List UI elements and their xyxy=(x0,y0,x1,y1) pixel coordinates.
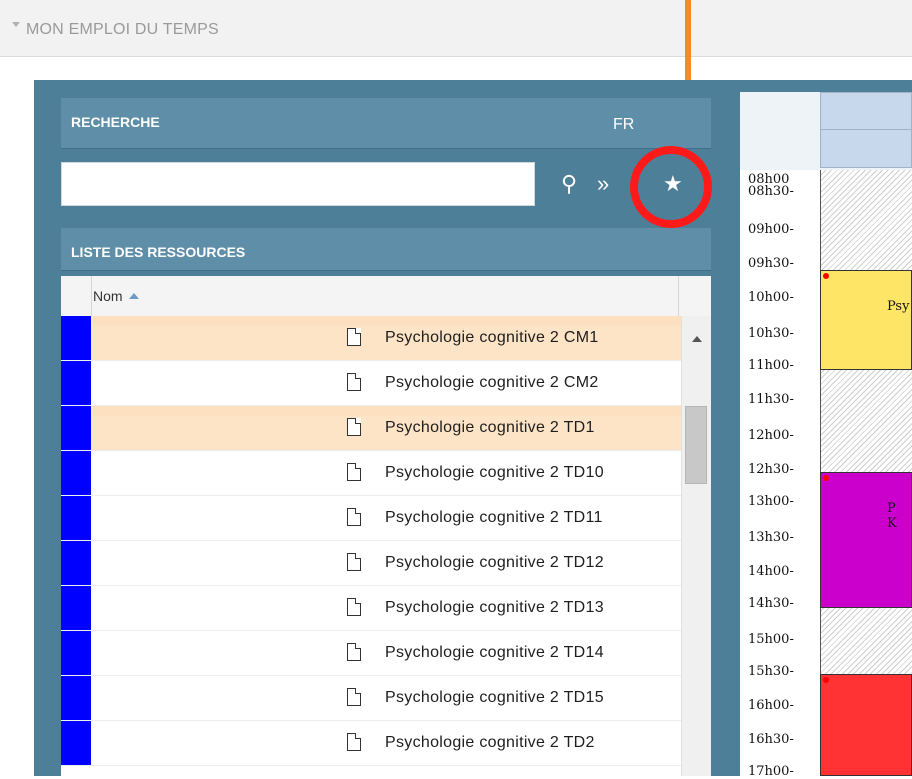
calendar-panel: 08h00 08h30- 09h00- 09h30- 10h00- 10h30-… xyxy=(740,92,912,779)
color-swatch xyxy=(61,586,91,630)
event-dot xyxy=(823,273,829,279)
time-label: 14h00- xyxy=(748,564,794,579)
color-swatch xyxy=(61,361,91,405)
time-label: 14h30- xyxy=(748,596,794,611)
calendar-event[interactable]: P K xyxy=(820,472,912,608)
color-swatch xyxy=(61,676,91,720)
document-icon xyxy=(347,463,361,481)
time-label: 09h30- xyxy=(748,256,794,271)
list-item[interactable]: Psychologie cognitive 2 TD12 xyxy=(61,541,681,586)
color-swatch xyxy=(61,316,91,360)
color-swatch xyxy=(61,451,91,495)
list-item[interactable]: Psychologie cognitive 2 TD13 xyxy=(61,586,681,631)
list-item[interactable]: Psychologie cognitive 2 TD11 xyxy=(61,496,681,541)
time-label: 10h30- xyxy=(748,326,794,341)
expand-icon[interactable]: » xyxy=(597,172,609,196)
color-swatch xyxy=(61,496,91,540)
search-panel-header: RECHERCHE FR xyxy=(61,98,711,149)
list-item[interactable]: Psychologie cognitive 2 TD10 xyxy=(61,451,681,496)
list-item[interactable]: Psychologie cognitive 2 TD1 xyxy=(61,406,681,451)
document-icon xyxy=(347,553,361,571)
time-label: 16h30- xyxy=(748,732,794,747)
list-item[interactable]: Psychologie cognitive 2 TD14 xyxy=(61,631,681,676)
document-icon xyxy=(347,328,361,346)
list-header: Nom xyxy=(61,276,711,317)
document-icon xyxy=(347,688,361,706)
search-row: ⚲ » ★ xyxy=(61,150,711,212)
time-label: 12h00- xyxy=(748,428,794,443)
time-label: 09h00- xyxy=(748,222,794,237)
list-item[interactable]: Psychologie cognitive 2 TD15 xyxy=(61,676,681,721)
rows: Psychologie cognitive 2 CM1 Psychologie … xyxy=(61,316,681,766)
resources-list: Nom Psychologie cognitive 2 CM1 Psycholo… xyxy=(61,276,711,776)
time-label: 08h30- xyxy=(748,184,794,199)
color-swatch xyxy=(61,406,91,450)
column-nom[interactable]: Nom xyxy=(93,288,139,304)
language-selector[interactable]: FR xyxy=(613,116,634,134)
document-icon xyxy=(347,643,361,661)
list-item[interactable]: Psychologie cognitive 2 CM2 xyxy=(61,361,681,406)
scroll-thumb[interactable] xyxy=(685,406,707,484)
time-label: 11h30- xyxy=(748,392,794,407)
document-icon xyxy=(347,373,361,391)
time-label: 15h30- xyxy=(748,664,794,679)
color-swatch xyxy=(61,631,91,675)
time-column: 08h00 08h30- 09h00- 09h30- 10h00- 10h30-… xyxy=(740,170,820,779)
document-icon xyxy=(347,733,361,751)
resources-header: LISTE DES RESSOURCES xyxy=(61,228,711,271)
divider xyxy=(91,276,92,316)
divider xyxy=(678,276,679,316)
document-icon xyxy=(347,508,361,526)
time-label: 15h00- xyxy=(748,632,794,647)
document-icon xyxy=(347,418,361,436)
search-input[interactable] xyxy=(61,162,535,206)
time-label: 16h00- xyxy=(748,698,794,713)
list-item[interactable]: Psychologie cognitive 2 CM1 xyxy=(61,316,681,361)
scroll-up-icon[interactable] xyxy=(692,336,702,342)
search-icon[interactable]: ⚲ xyxy=(561,172,577,196)
list-item[interactable]: Psychologie cognitive 2 TD2 xyxy=(61,721,681,766)
time-label: 11h00- xyxy=(748,358,794,373)
scrollbar[interactable] xyxy=(681,316,711,776)
event-dot xyxy=(823,475,829,481)
document-icon xyxy=(347,598,361,616)
star-icon[interactable]: ★ xyxy=(663,172,683,196)
search-title: RECHERCHE xyxy=(71,114,160,130)
calendar-event[interactable] xyxy=(820,674,912,776)
color-swatch xyxy=(61,721,91,765)
time-label: 17h00- xyxy=(748,764,794,779)
resources-title: LISTE DES RESSOURCES xyxy=(71,244,246,260)
time-label: 12h30- xyxy=(748,462,794,477)
calendar-event[interactable]: Psy xyxy=(820,270,912,370)
sort-ascending-icon xyxy=(128,293,139,299)
time-label: 10h00- xyxy=(748,290,794,305)
time-label: 13h30- xyxy=(748,530,794,545)
page-title: MON EMPLOI DU TEMPS xyxy=(26,21,219,38)
event-dot xyxy=(823,677,829,683)
color-swatch xyxy=(61,541,91,585)
calendar-header xyxy=(820,92,912,168)
top-bar: MON EMPLOI DU TEMPS xyxy=(0,0,912,57)
chevron-down-icon[interactable] xyxy=(12,22,20,27)
time-label: 13h00- xyxy=(748,494,794,509)
